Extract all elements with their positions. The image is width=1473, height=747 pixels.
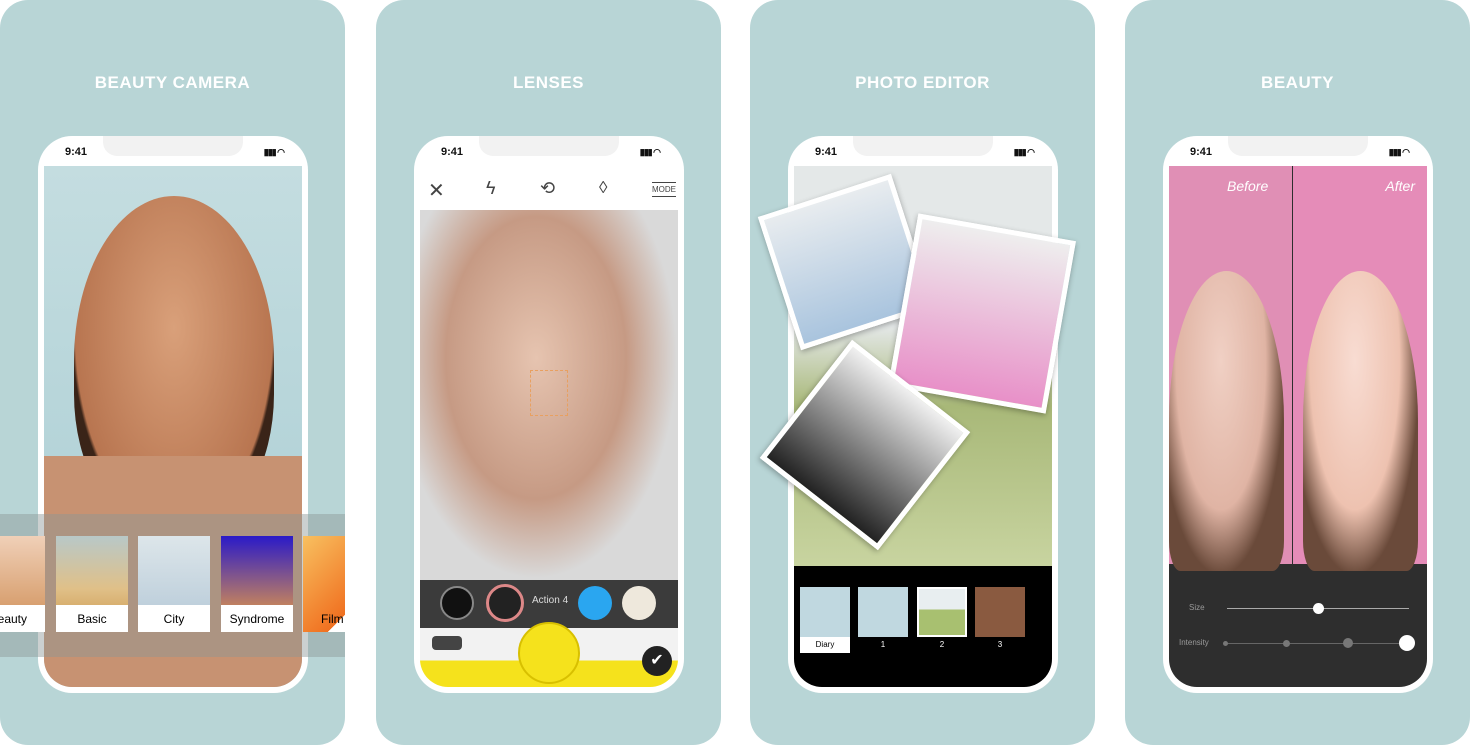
signal-wifi-icon: ▮▮▮ ◠: [639, 147, 661, 157]
panel-title: BEAUTY CAMERA: [94, 73, 251, 92]
after-image: After: [1293, 166, 1427, 571]
collage-photo[interactable]: [888, 213, 1076, 414]
lens-option[interactable]: [622, 586, 656, 620]
panel-beauty: BEAUTY 9:41 ▮▮▮ ◠ Before After Size Inte…: [1125, 0, 1470, 745]
lens-option[interactable]: [440, 586, 474, 620]
shutter-bar: ✔: [420, 622, 678, 687]
template-3[interactable]: 3: [975, 587, 1025, 653]
filter-thumb[interactable]: Syndrome: [221, 536, 293, 632]
flash-auto-icon[interactable]: ϟ: [486, 178, 496, 199]
intensity-label: Intensity: [1179, 638, 1209, 647]
status-time: 9:41: [815, 146, 838, 158]
template-1[interactable]: 1: [858, 587, 908, 653]
phone-frame: 9:41 ▮▮▮ ◠ ✕ ϟ ⟲ ◊ MODE Action 4 ✔: [414, 136, 684, 693]
focus-grid-icon: [530, 370, 568, 416]
shutter-button[interactable]: [518, 622, 580, 684]
confirm-check-icon[interactable]: ✔: [642, 646, 672, 676]
template-2[interactable]: 2: [917, 587, 967, 653]
panel-lenses: LENSES 9:41 ▮▮▮ ◠ ✕ ϟ ⟲ ◊ MODE Action 4 …: [376, 0, 721, 745]
intensity-slider-thumb[interactable]: [1399, 635, 1415, 651]
status-time: 9:41: [1190, 146, 1213, 158]
status-time: 9:41: [65, 146, 88, 158]
filter-thumb[interactable]: eauty: [0, 536, 45, 632]
filter-thumb[interactable]: Basic: [56, 536, 128, 632]
close-icon[interactable]: ✕: [428, 178, 445, 203]
template-diary[interactable]: Diary: [800, 587, 850, 653]
size-label: Size: [1189, 603, 1205, 612]
panel-title: LENSES: [512, 73, 585, 92]
camera-preview: [420, 210, 678, 580]
intensity-slider[interactable]: [1223, 635, 1415, 651]
filter-thumb[interactable]: City: [138, 536, 210, 632]
signal-wifi-icon: ▮▮▮ ◠: [263, 147, 285, 157]
filter-thumb[interactable]: Film: [303, 536, 345, 632]
no-filter-icon[interactable]: ◊: [599, 178, 607, 198]
gallery-button[interactable]: [432, 636, 462, 650]
lens-option-selected[interactable]: [486, 584, 524, 622]
size-slider-thumb[interactable]: [1313, 603, 1324, 614]
size-slider[interactable]: [1227, 603, 1409, 614]
signal-wifi-icon: ▮▮▮ ◠: [1388, 147, 1410, 157]
lens-label: Action 4: [532, 595, 569, 606]
status-time: 9:41: [441, 146, 464, 158]
panel-beauty-camera: BEAUTY CAMERA 9:41 ▮▮▮ ◠ eauty Basic Cit…: [0, 0, 345, 745]
panel-title: PHOTO EDITOR: [855, 73, 990, 92]
before-label: Before: [1227, 178, 1269, 194]
lens-picker: Action 4: [420, 580, 678, 628]
phone-frame: 9:41 ▮▮▮ ◠ Before After Size Intensity: [1163, 136, 1433, 693]
mode-button[interactable]: MODE: [652, 182, 676, 197]
switch-camera-icon[interactable]: ⟲: [540, 178, 555, 199]
panel-title: BEAUTY: [1261, 73, 1334, 92]
panel-photo-editor: PHOTO EDITOR 9:41 ▮▮▮ ◠ Diary 1 2 3: [750, 0, 1095, 745]
lens-option[interactable]: [578, 586, 612, 620]
before-image: Before: [1169, 166, 1292, 571]
filter-bar: eauty Basic City Syndrome Film: [0, 514, 345, 657]
after-label: After: [1385, 178, 1415, 194]
signal-wifi-icon: ▮▮▮ ◠: [1013, 147, 1035, 157]
